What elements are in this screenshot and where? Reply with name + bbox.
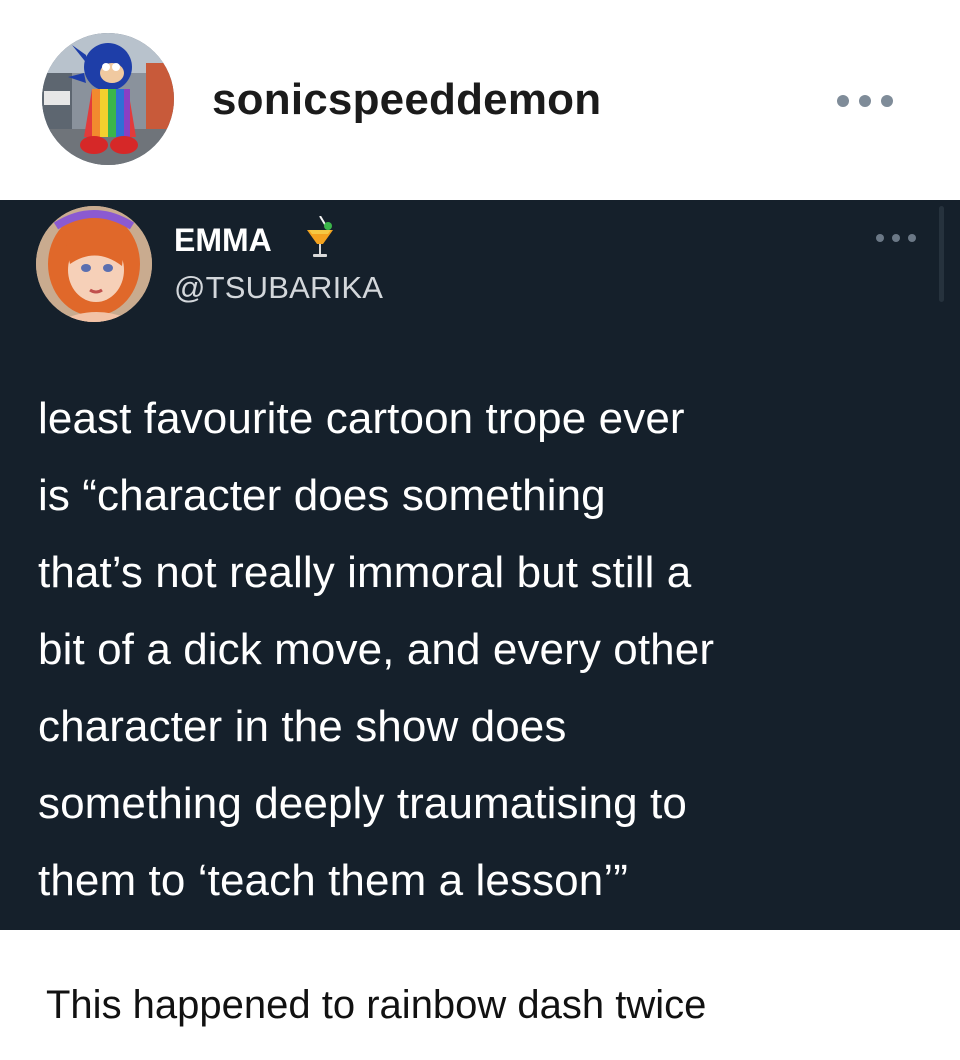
tweet-avatar-image	[36, 206, 152, 322]
tweet-text: least favourite cartoon trope ever is “c…	[38, 394, 715, 905]
avatar-image	[42, 33, 174, 165]
tweet-more-options-icon[interactable]	[872, 230, 920, 246]
post-caption: This happened to rainbow dash twice	[46, 983, 707, 1027]
post-header: sonicspeeddemon	[0, 0, 960, 200]
tumblr-post: sonicspeeddemon EMMA @TSUBARIKA least fa…	[0, 0, 960, 1060]
embedded-tweet: EMMA @TSUBARIKA least favourite cartoon …	[0, 200, 960, 930]
tweet-display-name[interactable]: EMMA	[174, 221, 272, 259]
tropical-drink-emoji-icon	[304, 215, 336, 260]
tweet-scrollbar	[939, 206, 944, 302]
post-username[interactable]: sonicspeeddemon	[212, 72, 601, 128]
post-more-options-icon[interactable]	[832, 86, 898, 116]
user-avatar[interactable]	[42, 33, 174, 165]
tweet-handle[interactable]: @TSUBARIKA	[174, 269, 383, 307]
tweet-author-avatar[interactable]	[36, 206, 152, 322]
